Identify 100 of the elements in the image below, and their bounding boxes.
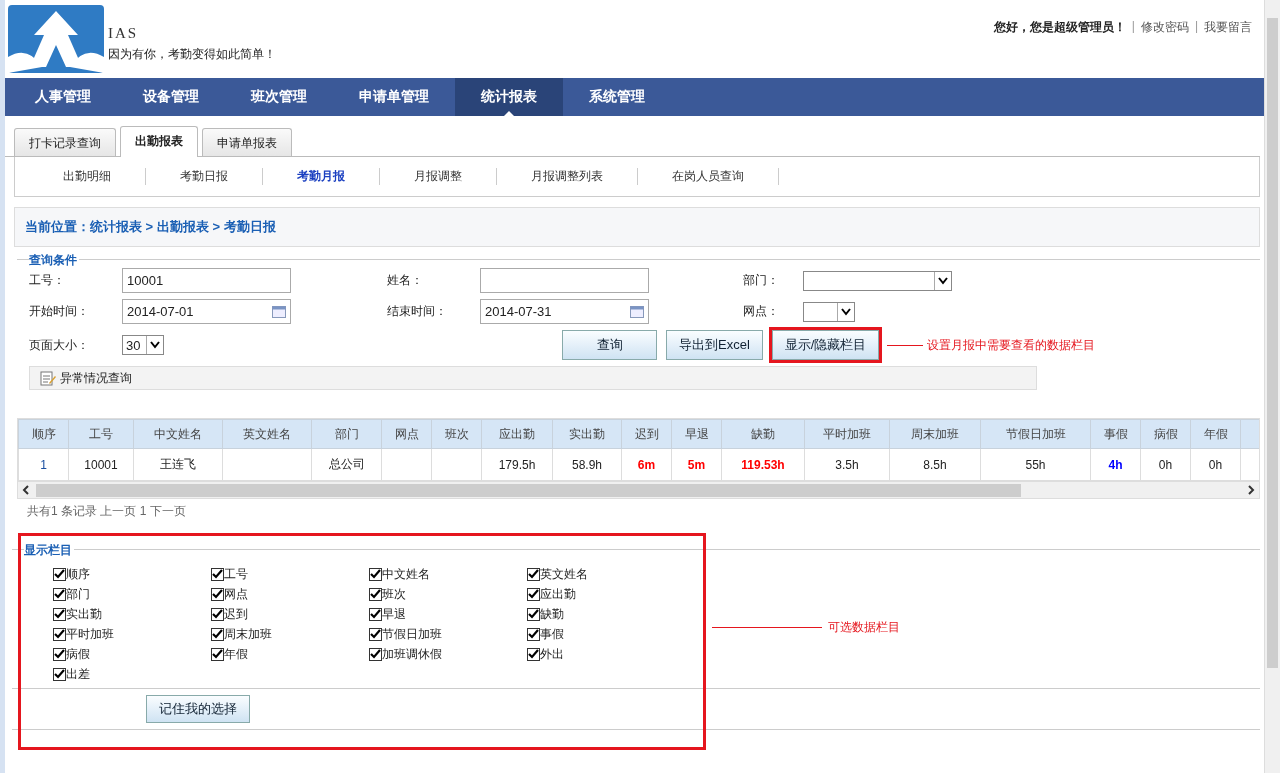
column-header: 早退 (671, 419, 722, 449)
column-checkbox[interactable]: 工号 (211, 566, 369, 582)
brand-name: IAS (108, 25, 140, 42)
exception-query-link[interactable]: 异常情况查询 (29, 366, 1037, 390)
check-icon (528, 609, 539, 619)
column-checkbox[interactable]: 实出勤 (53, 606, 211, 622)
check-icon (528, 569, 539, 579)
column-checkbox[interactable]: 网点 (211, 586, 369, 602)
caret-icon (938, 276, 948, 285)
subnav-link[interactable]: 考勤月报 (263, 168, 380, 185)
column-header: 缺勤 (721, 419, 805, 449)
column-header: 节假日加班 (980, 419, 1091, 449)
table-cell: 10001 (68, 448, 134, 481)
field-label: 开始时间： (29, 303, 90, 320)
check-icon (54, 669, 65, 679)
scroll-left-icon[interactable] (22, 485, 30, 495)
calendar-icon[interactable] (630, 305, 644, 318)
column-header: 工号 (68, 419, 134, 449)
nav-item[interactable]: 申请单管理 (333, 78, 455, 116)
notepad-icon (40, 370, 56, 386)
column-header: 实出勤 (552, 419, 622, 449)
select-field[interactable] (803, 301, 855, 322)
tab[interactable]: 申请单报表 (202, 128, 292, 156)
column-checkbox[interactable]: 中文姓名 (369, 566, 527, 582)
scroll-right-icon[interactable] (1247, 485, 1255, 495)
check-icon (370, 649, 381, 659)
date-field[interactable]: 2014-07-31 (480, 299, 649, 324)
check-icon (212, 629, 223, 639)
action-button[interactable]: 导出到Excel (666, 330, 763, 360)
column-checkbox[interactable]: 年假 (211, 646, 369, 662)
select-field[interactable]: 30 (122, 335, 164, 355)
separator: | (1194, 19, 1198, 35)
column-checkbox[interactable]: 加班调休假 (369, 646, 527, 662)
check-icon (370, 569, 381, 579)
nav-item[interactable]: 系统管理 (563, 78, 671, 116)
table-cell: 58.9h (552, 448, 622, 481)
column-checkbox[interactable]: 班次 (369, 586, 527, 602)
check-icon (54, 569, 65, 579)
tagline: 因为有你，考勤变得如此简单！ (108, 46, 276, 63)
field-label: 姓名： (387, 272, 424, 289)
header-link[interactable]: 我要留言 (1204, 19, 1252, 78)
column-checkbox[interactable]: 英文姓名 (527, 566, 685, 582)
column-checkbox[interactable]: 早退 (369, 606, 527, 622)
subnav-link[interactable]: 出勤明细 (29, 168, 146, 185)
column-header: 病假 (1140, 419, 1191, 449)
tab[interactable]: 出勤报表 (120, 126, 198, 157)
check-icon (212, 589, 223, 599)
subnav-link[interactable]: 月报调整 (380, 168, 497, 185)
date-field[interactable]: 2014-07-01 (122, 299, 291, 324)
column-checkbox[interactable]: 周末加班 (211, 626, 369, 642)
scrollbar-thumb[interactable] (1267, 18, 1278, 668)
table-cell: 179.5h (481, 448, 553, 481)
column-checkbox[interactable]: 外出 (527, 646, 685, 662)
annotation-text: 设置月报中需要查看的数据栏目 (927, 336, 1096, 354)
column-checkbox[interactable]: 出差 (53, 666, 211, 682)
column-checkbox[interactable]: 事假 (527, 626, 685, 642)
subnav-link[interactable]: 月报调整列表 (497, 168, 638, 185)
column-checkbox[interactable]: 缺勤 (527, 606, 685, 622)
table-cell: 55h (980, 448, 1091, 481)
calendar-icon[interactable] (272, 305, 286, 318)
nav-item[interactable]: 统计报表 (455, 78, 563, 116)
check-icon (528, 589, 539, 599)
column-checkbox[interactable]: 顺序 (53, 566, 211, 582)
table-cell: 5m (671, 448, 722, 481)
field-label: 网点： (743, 303, 780, 320)
nav-item[interactable]: 班次管理 (225, 78, 333, 116)
nav-item[interactable]: 人事管理 (9, 78, 117, 116)
check-icon (212, 569, 223, 579)
logo-icon (8, 5, 104, 73)
check-icon (370, 589, 381, 599)
caret-icon (841, 307, 851, 316)
header-link[interactable]: 修改密码 (1140, 19, 1189, 78)
table-cell: 0h (1190, 448, 1241, 481)
subnav-link[interactable]: 在岗人员查询 (638, 168, 779, 185)
column-checkbox[interactable]: 病假 (53, 646, 211, 662)
nav-item[interactable]: 设备管理 (117, 78, 225, 116)
check-icon (370, 629, 381, 639)
column-checkbox[interactable]: 部门 (53, 586, 211, 602)
check-icon (54, 589, 65, 599)
column-header: 部门 (311, 419, 382, 449)
column-checkbox[interactable]: 应出勤 (527, 586, 685, 602)
action-button[interactable]: 查询 (562, 330, 657, 360)
field-label: 部门： (743, 272, 780, 289)
caret-icon (150, 341, 160, 349)
input-field[interactable]: 10001 (122, 268, 291, 293)
scrollbar-thumb[interactable] (36, 483, 1021, 497)
column-checkbox[interactable]: 平时加班 (53, 626, 211, 642)
action-button[interactable]: 显示/隐藏栏目 (771, 330, 880, 360)
select-field[interactable] (803, 270, 952, 291)
input-field[interactable] (480, 268, 649, 293)
subnav-link[interactable]: 考勤日报 (146, 168, 263, 185)
check-icon (54, 609, 65, 619)
save-selection-button[interactable]: 记住我的选择 (146, 695, 250, 723)
column-header: 班次 (431, 419, 482, 449)
column-checkbox[interactable]: 节假日加班 (369, 626, 527, 642)
column-header: 迟到 (621, 419, 672, 449)
table-cell: 6m (621, 448, 672, 481)
tab[interactable]: 打卡记录查询 (14, 128, 116, 156)
column-checkbox[interactable]: 迟到 (211, 606, 369, 622)
column-header: 事假 (1090, 419, 1141, 449)
